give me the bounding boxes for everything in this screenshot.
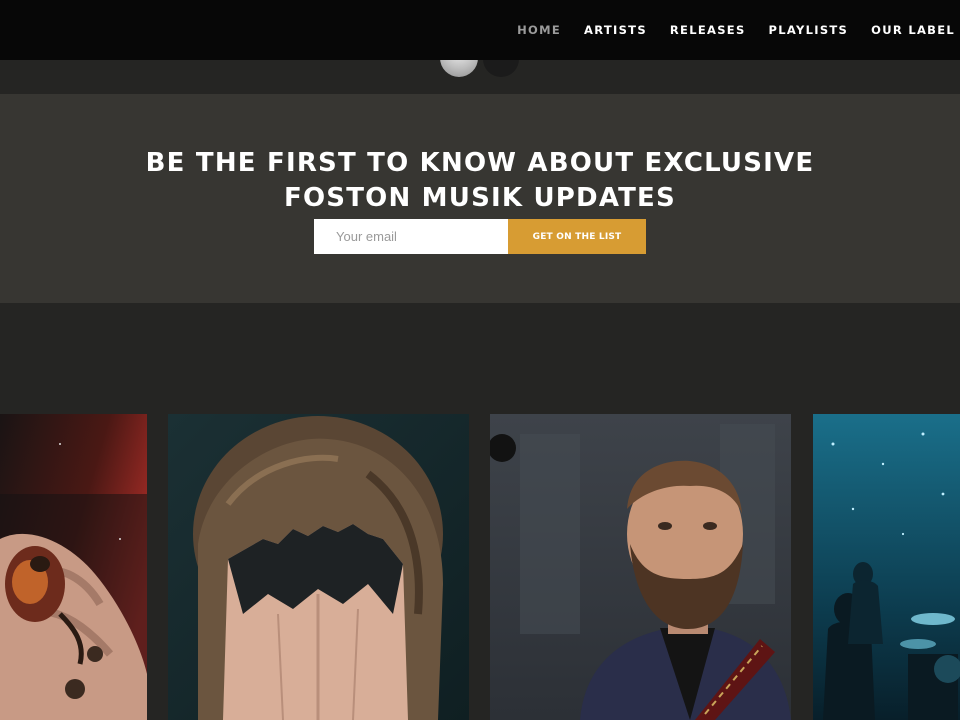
main-menu: HOME ARTISTS RELEASES PLAYLISTS OUR LABE… (494, 0, 955, 60)
artist-card-3[interactable] (490, 414, 791, 720)
nav-item-artists[interactable]: ARTISTS (584, 23, 647, 37)
email-input[interactable] (314, 219, 508, 254)
artist-card-4[interactable] (813, 414, 960, 720)
newsletter-heading-line-1: Be the first to know about exclusive (145, 147, 815, 178)
tattooed-hand-photo (0, 414, 147, 720)
nav-item-playlists[interactable]: PLAYLISTS (769, 23, 849, 37)
artist-card-2[interactable] (168, 414, 469, 720)
nav-item-our-label[interactable]: OUR LABEL (871, 23, 955, 37)
newsletter-heading-line-2: Foston Musik updates (284, 182, 676, 213)
nav-item-home[interactable]: HOME (517, 23, 561, 37)
band-on-stage-photo (813, 414, 960, 720)
get-on-the-list-button[interactable]: Get on the list (508, 219, 646, 254)
person-covering-face-photo (168, 414, 469, 720)
top-navigation-bar: HOME ARTISTS RELEASES PLAYLISTS OUR LABE… (0, 0, 960, 60)
nav-item-releases[interactable]: RELEASES (670, 23, 746, 37)
bearded-guitarist-photo (490, 414, 791, 720)
artist-card-1[interactable] (0, 414, 147, 720)
newsletter-heading: Be the first to know about exclusive Fos… (0, 146, 960, 216)
